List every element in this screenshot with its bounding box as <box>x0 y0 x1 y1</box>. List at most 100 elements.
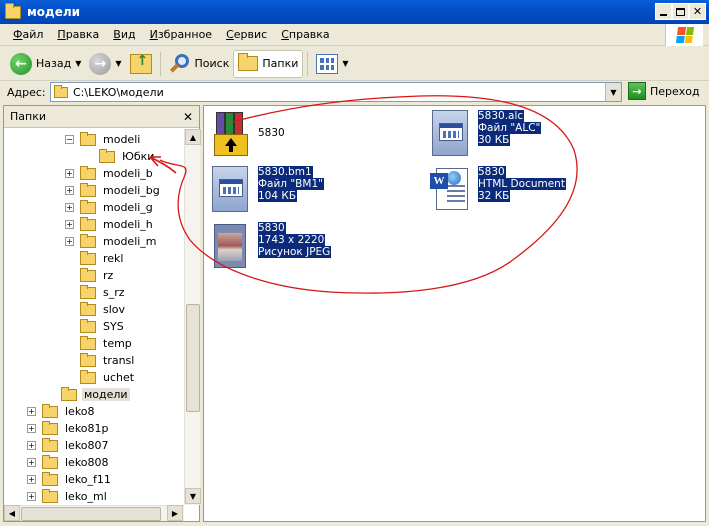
tree-item[interactable]: s_rz <box>80 284 127 301</box>
file-item-rar[interactable]: 5830 <box>210 110 285 156</box>
menu-item-5[interactable]: Справка <box>274 28 336 41</box>
winrar-archive-icon <box>210 110 250 156</box>
folder-icon <box>42 403 58 418</box>
expand-icon[interactable]: + <box>65 220 74 229</box>
go-button[interactable]: → Переход <box>628 82 700 100</box>
toolbar-separator <box>159 51 161 76</box>
menu-item-4[interactable]: Сервис <box>219 28 274 41</box>
scroll-down-button[interactable]: ▼ <box>185 488 201 504</box>
tree-item[interactable]: rz <box>80 267 115 284</box>
views-icon <box>316 53 339 74</box>
folder-icon <box>99 148 115 163</box>
maximize-button[interactable] <box>672 3 689 20</box>
forward-button[interactable]: → ▼ <box>85 50 125 78</box>
folder-icon <box>80 131 96 146</box>
menu-item-0[interactable]: Файл <box>6 28 50 41</box>
tree-item-label: modeli_bg <box>103 184 160 197</box>
back-label: Назад <box>36 57 72 70</box>
file-info: Файл "ALC" <box>478 122 542 134</box>
tree-item-label: modeli_m <box>103 235 157 248</box>
close-pane-icon[interactable]: ✕ <box>183 110 193 124</box>
folder-icon <box>61 386 77 401</box>
file-item-html[interactable]: W 5830 HTML Document 32 КБ <box>430 166 566 212</box>
horizontal-scroll-thumb[interactable] <box>21 507 161 521</box>
scroll-right-button[interactable]: ▶ <box>167 505 183 521</box>
address-input[interactable]: C:\LEKO\модели ▼ <box>50 82 622 102</box>
forward-dropdown-icon[interactable]: ▼ <box>115 59 121 68</box>
tree-item[interactable]: transl <box>80 352 136 369</box>
file-name: 5830.bm1 <box>258 166 313 178</box>
tree-item-label: modeli_h <box>103 218 153 231</box>
folder-up-icon <box>129 53 152 74</box>
expand-icon[interactable]: + <box>27 424 36 433</box>
up-button[interactable] <box>126 50 156 78</box>
minimize-button[interactable] <box>655 3 672 20</box>
file-item-jpg[interactable]: 5830 1743 x 2220 Рисунок JPEG <box>210 222 332 268</box>
back-dropdown-icon[interactable]: ▼ <box>75 59 81 68</box>
tree-item-label: leko_ml <box>65 490 107 503</box>
tree-item[interactable]: rekl <box>80 250 125 267</box>
alc-file-icon <box>430 110 470 156</box>
tree-item[interactable]: − modeli <box>65 131 142 148</box>
tree-item[interactable]: + leko8 <box>27 403 97 420</box>
back-arrow-icon: ← <box>10 52 32 75</box>
tree-item-label: temp <box>103 337 132 350</box>
back-button[interactable]: ← Назад ▼ <box>6 50 85 78</box>
tree-item[interactable]: temp <box>80 335 134 352</box>
tree-item[interactable]: uchet <box>80 369 136 386</box>
expand-icon[interactable]: + <box>65 186 74 195</box>
expand-icon[interactable]: + <box>27 407 36 416</box>
views-button[interactable]: ▼ <box>312 50 352 78</box>
file-name: 5830 <box>478 166 506 178</box>
tree-item[interactable]: + leko807 <box>27 437 111 454</box>
search-button[interactable]: Поиск <box>165 50 234 78</box>
tree-item[interactable]: + leko_f11 <box>27 471 113 488</box>
tree-item[interactable]: Юбки <box>99 148 156 165</box>
tree-item[interactable]: + modeli_bg <box>65 182 162 199</box>
menu-item-3[interactable]: Избранное <box>143 28 219 41</box>
tree-item[interactable]: + leko808 <box>27 454 111 471</box>
file-item-alc[interactable]: 5830.alc Файл "ALC" 30 КБ <box>430 110 542 156</box>
tree-item[interactable]: + leko_ml <box>27 488 109 505</box>
folder-icon <box>80 301 96 316</box>
title-bar[interactable]: модели ✕ <box>0 0 709 24</box>
scroll-left-button[interactable]: ◀ <box>4 505 20 521</box>
tree-item[interactable]: slov <box>80 301 127 318</box>
tree-item[interactable]: + modeli_h <box>65 216 155 233</box>
menu-item-2[interactable]: Вид <box>106 28 142 41</box>
file-name: 5830 <box>258 127 285 139</box>
tree-item-label: rekl <box>103 252 124 265</box>
file-item-bm1[interactable]: 5830.bm1 Файл "BM1" 104 КБ <box>210 166 324 212</box>
windows-flag-icon <box>675 27 694 43</box>
folder-icon <box>42 420 58 435</box>
expand-icon[interactable]: + <box>27 458 36 467</box>
collapse-icon[interactable]: − <box>65 135 74 144</box>
folder-icon <box>80 318 96 333</box>
file-info: HTML Document <box>478 178 566 190</box>
forward-arrow-icon: → <box>89 52 112 75</box>
expand-icon[interactable]: + <box>27 441 36 450</box>
menu-item-1[interactable]: Правка <box>50 28 106 41</box>
expand-icon[interactable]: + <box>65 203 74 212</box>
scroll-up-button[interactable]: ▲ <box>185 129 201 145</box>
close-button[interactable]: ✕ <box>689 3 706 20</box>
tree-item[interactable]: + modeli_g <box>65 199 155 216</box>
folders-button[interactable]: Папки <box>233 49 304 78</box>
expand-icon[interactable]: + <box>65 169 74 178</box>
expand-icon[interactable]: + <box>27 492 36 501</box>
address-value[interactable]: C:\LEKO\модели <box>73 86 164 99</box>
scroll-thumb[interactable] <box>186 304 200 412</box>
expand-icon[interactable]: + <box>27 475 36 484</box>
address-dropdown-button[interactable]: ▼ <box>605 83 621 101</box>
tree-item-label: SYS <box>103 320 124 333</box>
tree-vertical-scrollbar[interactable]: ▲ ▼ <box>184 129 201 505</box>
views-dropdown-icon[interactable]: ▼ <box>342 59 348 68</box>
tree-item[interactable]: модели <box>61 386 130 403</box>
tree-horizontal-scrollbar[interactable]: ◀ ▶ <box>4 505 184 521</box>
expand-icon[interactable]: + <box>65 237 74 246</box>
search-icon <box>169 53 191 75</box>
tree-item[interactable]: + leko81p <box>27 420 111 437</box>
tree-item[interactable]: + modeli_b <box>65 165 155 182</box>
tree-item[interactable]: + modeli_m <box>65 233 159 250</box>
tree-item[interactable]: SYS <box>80 318 126 335</box>
